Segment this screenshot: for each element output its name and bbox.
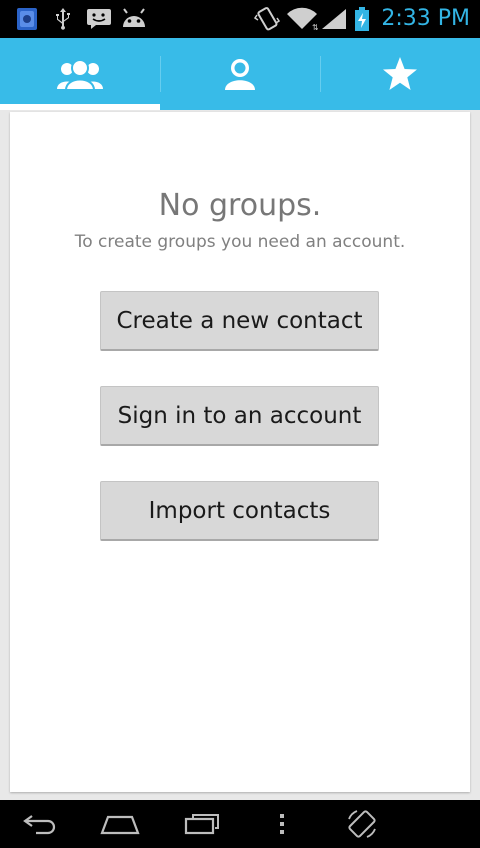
- recent-apps-icon: [184, 814, 219, 835]
- rotation-button[interactable]: [336, 800, 388, 848]
- star-icon: [383, 57, 417, 90]
- recent-apps-button[interactable]: [176, 800, 228, 848]
- battery-charging-icon: [355, 7, 369, 31]
- create-new-contact-button[interactable]: Create a new contact: [100, 291, 379, 351]
- vibrate-icon: [254, 7, 280, 31]
- svg-text:⇅: ⇅: [312, 23, 318, 31]
- sms-icon: [87, 9, 111, 29]
- back-icon: [23, 815, 56, 835]
- app-notification-icon: [17, 8, 37, 30]
- tab-groups[interactable]: [0, 38, 160, 110]
- menu-icon: [280, 814, 284, 834]
- back-button[interactable]: [14, 800, 66, 848]
- android-debug-icon: [123, 8, 145, 27]
- status-bar: ⇅ 2:33 PM: [0, 0, 480, 38]
- rotation-icon: [348, 810, 376, 838]
- navigation-bar: [0, 800, 480, 848]
- home-button[interactable]: [94, 800, 146, 848]
- wifi-icon: ⇅: [287, 7, 318, 31]
- empty-state-title: No groups.: [158, 188, 322, 223]
- empty-state-subtitle: To create groups you need an account.: [74, 232, 406, 252]
- sign-in-account-button[interactable]: Sign in to an account: [100, 386, 379, 446]
- tab-favorites[interactable]: [320, 38, 480, 110]
- status-time: 2:33 PM: [381, 6, 470, 31]
- person-icon: [225, 59, 255, 90]
- import-contacts-button[interactable]: Import contacts: [100, 481, 379, 541]
- tab-all-contacts[interactable]: [160, 38, 320, 110]
- groups-icon: [57, 59, 103, 91]
- signal-icon: [322, 9, 346, 29]
- usb-icon: [56, 8, 70, 30]
- tab-bar: [0, 38, 480, 110]
- menu-button[interactable]: [262, 800, 302, 848]
- home-icon: [100, 815, 140, 835]
